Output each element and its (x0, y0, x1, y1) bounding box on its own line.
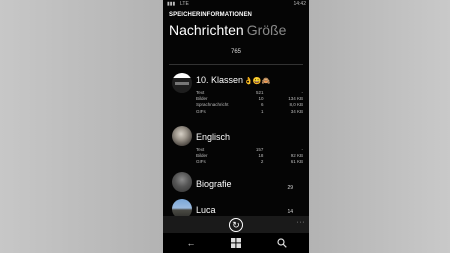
table-row: GIFs 1 34 KB (196, 108, 303, 114)
chat-details-table: Text 521- Bilder 10 134 KB Sprachnachricht 6… (196, 90, 303, 115)
refresh-icon[interactable]: ↻ (229, 218, 243, 232)
app-bar: ↻ ··· (163, 216, 309, 233)
signal-icon: ▮▮▮ (167, 1, 176, 7)
chat-item-biografie[interactable]: Biografie 29 (169, 172, 303, 194)
pivot-header: Nachrichten Größe (169, 22, 286, 38)
network-label: LTE (180, 1, 189, 7)
tab-nachrichten[interactable]: Nachrichten (169, 22, 244, 38)
status-bar: ▮▮▮ LTE 14:42 (163, 0, 309, 8)
table-row: GIFs 2 61 KB (196, 159, 303, 165)
avatar (172, 172, 192, 192)
chat-details-table: Text 157- Bilder 18 92 KB GIFs 2 61 KB (196, 147, 303, 166)
phone-screen: ▮▮▮ LTE 14:42 SPEICHERINFORMATIONEN Nach… (163, 0, 309, 253)
chat-name: 10. Klassen👌😀🙈 (196, 75, 271, 85)
message-count-badge: 29 (287, 185, 293, 191)
page-title: SPEICHERINFORMATIONEN (169, 12, 252, 18)
divider (169, 64, 303, 65)
message-count-badge: 14 (287, 209, 293, 215)
chat-name: Luca (196, 205, 216, 215)
more-options-icon[interactable]: ··· (297, 219, 306, 226)
avatar (172, 199, 192, 216)
windows-start-icon[interactable] (229, 237, 243, 249)
avatar (172, 73, 192, 93)
total-count: 765 (230, 49, 241, 55)
chat-item-englisch[interactable]: Englisch Text 157- Bilder 18 92 KB GIFs 2 61 … (169, 126, 303, 166)
chat-name: Biografie (196, 179, 232, 189)
chat-item-luca[interactable]: Luca 14 (169, 199, 303, 216)
tab-groesse[interactable]: Größe (247, 22, 287, 38)
search-icon[interactable] (275, 237, 289, 249)
emoji-icons: 👌😀🙈 (244, 78, 271, 85)
clock: 14:42 (293, 1, 306, 7)
back-icon[interactable]: ← (184, 237, 198, 249)
right-background (309, 0, 450, 253)
avatar (172, 126, 192, 146)
chat-name: Englisch (196, 132, 231, 142)
left-background (0, 0, 163, 253)
chat-item-10-klassen[interactable]: 10. Klassen👌😀🙈 Text 521- Bilder 10 134 KB S… (169, 73, 303, 123)
nav-bar: ← (163, 233, 309, 253)
